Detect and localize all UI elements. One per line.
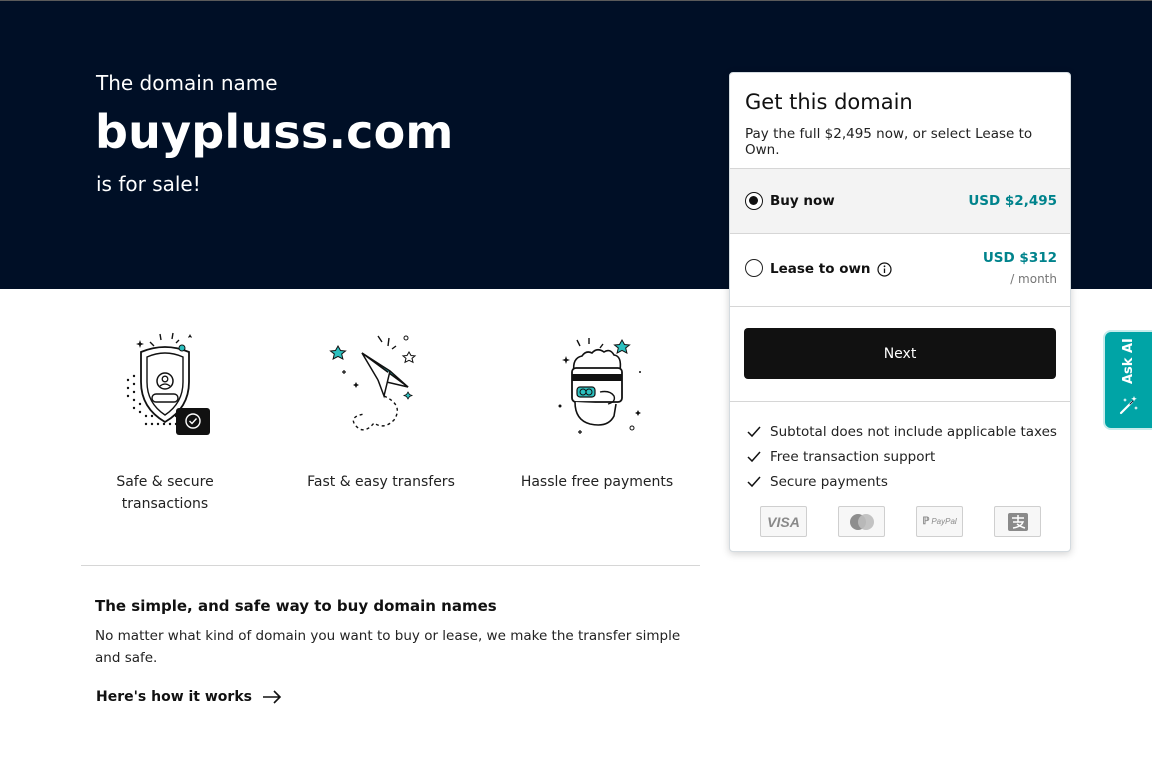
next-button[interactable]: Next [744,328,1056,379]
alipay-icon [994,506,1041,537]
domain-name: buypluss.com [95,105,454,159]
feature-label: Hassle free payments [520,474,674,490]
checkmark-icon [747,451,761,462]
hero-for-sale: is for sale! [96,172,201,196]
lease-to-own-radio[interactable] [745,259,763,277]
benefit-item: Subtotal does not include applicable tax… [747,419,1057,444]
buy-now-radio[interactable] [745,192,763,210]
option-lease-to-own[interactable]: Lease to own USD $312 / month [730,234,1070,307]
benefits-list: Subtotal does not include applicable tax… [747,419,1057,494]
card-subtitle: Pay the full $2,495 now, or select Lease… [745,126,1033,158]
lease-to-own-price: USD $312 [982,250,1057,266]
feature-safe-secure: Safe & secure transactions [80,320,250,515]
card-title: Get this domain [745,90,913,114]
lease-period: / month [1010,272,1057,286]
features-section: Safe & secure transactions Fast & easy t… [80,320,700,520]
ask-ai-label: Ask AI [1121,338,1136,384]
paypal-icon: ℙ PayPal [916,506,963,537]
lease-to-own-label: Lease to own [770,261,871,277]
benefit-item: Free transaction support [747,444,1057,469]
how-it-works-label: Here's how it works [96,689,252,705]
card-divider [730,401,1070,402]
hero-intro: The domain name [96,71,278,95]
how-it-works-link[interactable]: Here's how it works [96,689,282,705]
ask-ai-button[interactable]: Ask AI [1103,330,1152,430]
feature-fast-transfers: Fast & easy transfers [296,320,466,493]
checkmark-icon [747,426,761,437]
option-buy-now[interactable]: Buy now USD $2,495 [730,168,1070,234]
buy-now-price: USD $2,495 [968,193,1057,209]
benefit-item: Secure payments [747,469,1057,494]
buy-now-label: Buy now [770,193,835,209]
payment-methods: VISA ℙ PayPal [760,506,1041,537]
simple-section-description: No matter what kind of domain you want t… [95,628,681,666]
checkmark-icon [747,476,761,487]
feature-label: Safe & secure transactions [116,474,214,512]
shield-check-icon [126,332,210,435]
mastercard-icon [838,506,885,537]
feature-hassle-free-payments: Hassle free payments [512,320,682,493]
feature-label: Fast & easy transfers [307,474,455,490]
purchase-card: Get this domain Pay the full $2,495 now,… [729,72,1071,552]
arrow-right-icon [262,690,282,704]
simple-section-title: The simple, and safe way to buy domain n… [95,597,497,615]
hand-card-icon [558,338,641,434]
visa-icon: VISA [760,506,807,537]
magic-wand-icon [1119,396,1138,415]
lease-to-own-label-group: Lease to own [770,261,892,277]
info-icon[interactable] [876,261,892,277]
paper-plane-icon [329,335,417,431]
section-divider [81,565,700,566]
